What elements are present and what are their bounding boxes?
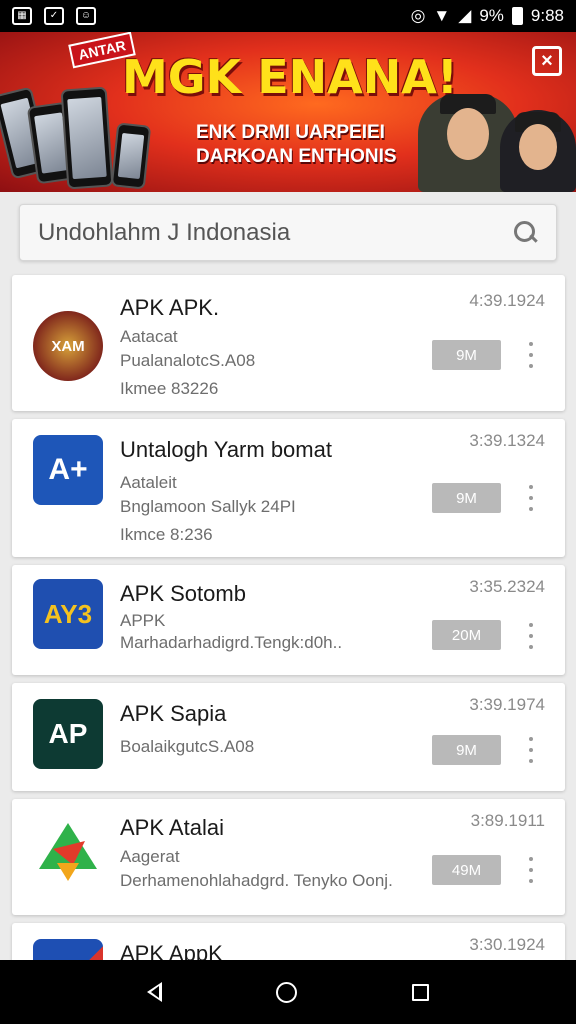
wifi-icon: ▼ xyxy=(433,6,451,25)
app-date: 4:39.1924 xyxy=(469,291,545,310)
app-description: Marhadarhadigrd.Tengk:d0h.. xyxy=(120,633,343,652)
app-icon: AY3 xyxy=(33,579,103,649)
app-name: APK Atalai xyxy=(120,815,224,840)
app-description: Derhamenohlahadgrd. Tenyko Oonj. xyxy=(120,871,393,890)
app-list-item[interactable]: XAM APK APK. Aatacat PualanalotcS.A08 Ik… xyxy=(12,275,565,411)
status-indicators: ◎ ▼ ◢ 9% 9:88 xyxy=(411,6,564,26)
search-input[interactable]: Undohlahm J Indonasia xyxy=(38,219,514,247)
banner-close-icon[interactable]: × xyxy=(532,46,562,76)
download-size-button[interactable]: 20M xyxy=(432,620,501,650)
more-options-icon[interactable] xyxy=(523,342,539,368)
banner-phone-image xyxy=(110,122,152,190)
app-category: APPK xyxy=(120,611,166,630)
status-time: 9:88 xyxy=(530,6,564,25)
recent-apps-icon[interactable] xyxy=(411,983,429,1001)
banner-headline: MGK ENANA! xyxy=(122,50,458,104)
more-options-icon[interactable] xyxy=(523,485,539,511)
app-date: 3:39.1974 xyxy=(469,695,545,714)
app-icon: AP xyxy=(33,699,103,769)
download-size-button[interactable]: 9M xyxy=(432,483,501,513)
app-list-item[interactable]: AP APK Sapia BoalaikgutcS.A08 3:39.1974 … xyxy=(12,683,565,791)
download-size-button[interactable]: 9M xyxy=(432,735,501,765)
app-date: 3:30.1924 xyxy=(469,935,545,954)
system-navigation-bar xyxy=(0,960,576,1024)
more-options-icon[interactable] xyxy=(523,737,539,763)
chat-notification-icon: ☺ xyxy=(76,7,96,25)
search-bar[interactable]: Undohlahm J Indonasia xyxy=(19,204,557,261)
signal-icon: ◢ xyxy=(458,6,472,25)
app-icon xyxy=(33,817,103,887)
banner-subline: ENK DRMI UARPEIEI xyxy=(196,122,385,143)
app-category: Aatacat xyxy=(120,327,178,346)
app-name: Untalogh Yarm bomat xyxy=(120,437,332,462)
app-list-item[interactable]: AY3 APK Sotomb APPK Marhadarhadigrd.Teng… xyxy=(12,565,565,675)
app-icon: XAM xyxy=(33,311,103,381)
app-date: 3:35.2324 xyxy=(469,577,545,596)
app-name: APK Sotomb xyxy=(120,581,246,606)
app-name: APK Sapia xyxy=(120,701,227,726)
app-category: Aataleit xyxy=(120,473,177,492)
app-date: 3:39.1324 xyxy=(469,431,545,450)
app-description: PualanalotcS.A08 xyxy=(120,351,256,370)
more-options-icon[interactable] xyxy=(523,857,539,883)
image-notification-icon: ✓ xyxy=(44,7,64,25)
app-icon: A+ xyxy=(33,435,103,505)
app-description: Bnglamoon Sallyk 24PI xyxy=(120,497,296,516)
app-version: Ikmee 83226 xyxy=(120,379,219,398)
battery-icon xyxy=(511,7,523,25)
app-logo-icon xyxy=(39,823,97,881)
download-size-button[interactable]: 49M xyxy=(432,855,501,885)
app-category: Aagerat xyxy=(120,847,180,866)
app-date: 3:89.1911 xyxy=(470,811,545,830)
banner-phone-image xyxy=(60,86,114,190)
status-notifications: ▦ ✓ ☺ xyxy=(12,7,96,25)
home-icon[interactable] xyxy=(276,981,298,1003)
app-list-item[interactable]: APK Atalai Aagerat Derhamenohlahadgrd. T… xyxy=(12,799,565,915)
promo-banner[interactable]: ANTAR MGK ENANA! ENK DRMI UARPEIEI DARKO… xyxy=(0,32,576,192)
back-icon[interactable] xyxy=(147,982,163,1002)
search-icon[interactable] xyxy=(514,220,538,245)
banner-person-image xyxy=(500,110,576,192)
download-size-button[interactable]: 9M xyxy=(432,340,501,370)
app-version: Ikmce 8:236 xyxy=(120,525,213,544)
app-description: BoalaikgutcS.A08 xyxy=(120,737,255,756)
more-options-icon[interactable] xyxy=(523,623,539,649)
app-list-item[interactable]: A+ Untalogh Yarm bomat Aataleit Bnglamoo… xyxy=(12,419,565,557)
battery-percent: 9% xyxy=(479,6,504,25)
status-bar: ▦ ✓ ☺ ◎ ▼ ◢ 9% 9:88 xyxy=(0,0,576,32)
notification-icon: ▦ xyxy=(12,7,32,25)
banner-subline: DARKOAN ENTHONIS xyxy=(196,146,397,167)
eye-comfort-icon: ◎ xyxy=(410,6,426,25)
app-name: APK APK. xyxy=(120,295,220,320)
